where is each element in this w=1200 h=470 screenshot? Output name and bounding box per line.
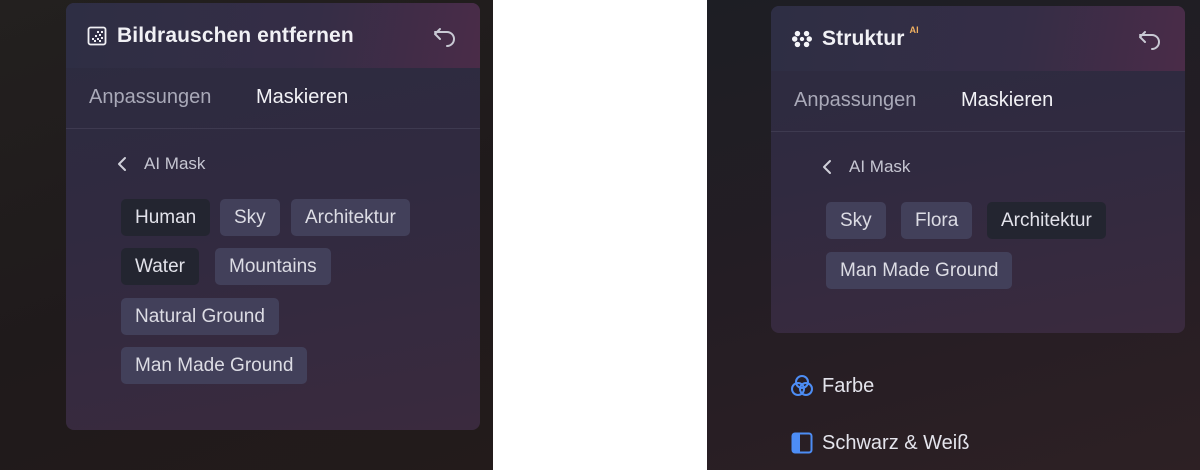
structure-dots-icon [792, 29, 812, 49]
chevron-left-icon [117, 155, 131, 173]
undo-icon[interactable] [1137, 27, 1163, 51]
menu-item-label: Schwarz & Weiß [822, 431, 970, 454]
mask-chip-man-made-ground[interactable]: Man Made Ground [121, 347, 308, 384]
noise-grid-icon [87, 26, 107, 46]
mask-chip-natural-ground[interactable]: Natural Ground [121, 298, 279, 335]
panel-title-text: Struktur [822, 27, 905, 50]
tab-maskieren[interactable]: Maskieren [256, 86, 348, 109]
menu-item-label: Farbe [822, 374, 875, 397]
structure-panel: Struktur AI Anpassungen Maskieren AI Mask… [771, 6, 1185, 333]
mask-chip-man-made-ground[interactable]: Man Made Ground [826, 252, 1013, 289]
tab-maskieren[interactable]: Maskieren [961, 89, 1053, 112]
chevron-left-icon [822, 158, 836, 176]
tab-anpassungen[interactable]: Anpassungen [794, 89, 916, 112]
color-circles-icon [790, 374, 814, 398]
back-to-ai-mask[interactable]: AI Mask [117, 153, 205, 175]
mask-chip-mountains[interactable]: Mountains [215, 248, 331, 285]
panel-header: Struktur AI [771, 6, 1185, 71]
panel-title: Struktur AI [822, 25, 919, 51]
tab-bar: Anpassungen Maskieren [771, 71, 1185, 132]
back-label: AI Mask [144, 154, 206, 173]
mask-chip-sky[interactable]: Sky [826, 202, 886, 239]
ai-badge: AI [909, 25, 919, 35]
back-label: AI Mask [849, 157, 911, 176]
undo-icon[interactable] [432, 24, 458, 48]
menu-item-schwarz-weiss[interactable]: Schwarz & Weiß [790, 431, 969, 455]
mask-chip-human[interactable]: Human [121, 199, 211, 236]
panel-header: Bildrauschen entfernen [66, 3, 480, 68]
tab-anpassungen[interactable]: Anpassungen [89, 86, 211, 109]
panel-title: Bildrauschen entfernen [117, 24, 354, 47]
left-screenshot: Bildrauschen entfernen Anpassungen Maski… [0, 0, 493, 470]
back-to-ai-mask[interactable]: AI Mask [822, 156, 910, 178]
mask-chip-water[interactable]: Water [121, 248, 199, 285]
right-screenshot: Struktur AI Anpassungen Maskieren AI Mask… [707, 0, 1200, 470]
mask-chip-architektur[interactable]: Architektur [987, 202, 1106, 239]
mask-chip-architektur[interactable]: Architektur [291, 199, 410, 236]
denoise-panel: Bildrauschen entfernen Anpassungen Maski… [66, 3, 480, 430]
menu-item-farbe[interactable]: Farbe [790, 374, 874, 398]
black-white-icon [790, 431, 814, 455]
tab-bar: Anpassungen Maskieren [66, 68, 480, 129]
mask-chip-flora[interactable]: Flora [901, 202, 973, 239]
mask-chip-sky[interactable]: Sky [220, 199, 280, 236]
